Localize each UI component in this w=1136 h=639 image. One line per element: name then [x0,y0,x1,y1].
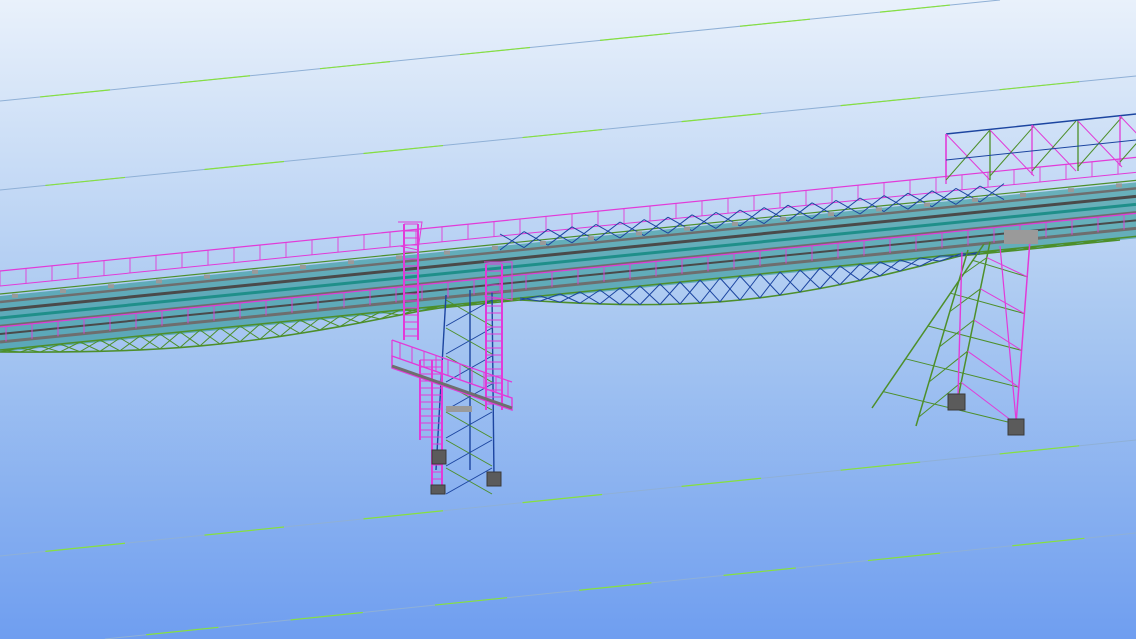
footing [431,449,447,465]
belt-idler [636,231,642,236]
belt-idler [252,269,258,274]
belt-idler [924,202,930,207]
model-scene[interactable] [0,0,1136,639]
belt-idler [1116,183,1122,188]
footing [430,484,446,495]
footing [486,471,502,487]
belt-idler [876,207,882,212]
belt-idler [444,250,450,255]
belt-idler [972,197,978,202]
belt-idler [1068,188,1074,193]
belt-idler [60,289,66,293]
belt-idler [396,255,402,260]
belt-idler [348,260,354,265]
belt-idler [108,284,114,289]
belt-idler [684,226,690,231]
footing [1007,418,1025,436]
belt-idler [12,293,18,298]
footing [947,393,966,411]
belt-idler [492,245,498,250]
belt-idler [300,265,306,269]
belt-idler [156,279,162,284]
platform-bracket [446,406,472,412]
head-frame [1004,230,1038,244]
3d-model-viewport[interactable] [0,0,1136,639]
belt-idler [540,241,546,245]
belt-idler [780,217,786,221]
belt-idler [732,221,738,226]
belt-idler [1020,193,1026,197]
belt-idler [828,212,834,217]
belt-idler [204,274,210,279]
belt-idler [588,236,594,241]
